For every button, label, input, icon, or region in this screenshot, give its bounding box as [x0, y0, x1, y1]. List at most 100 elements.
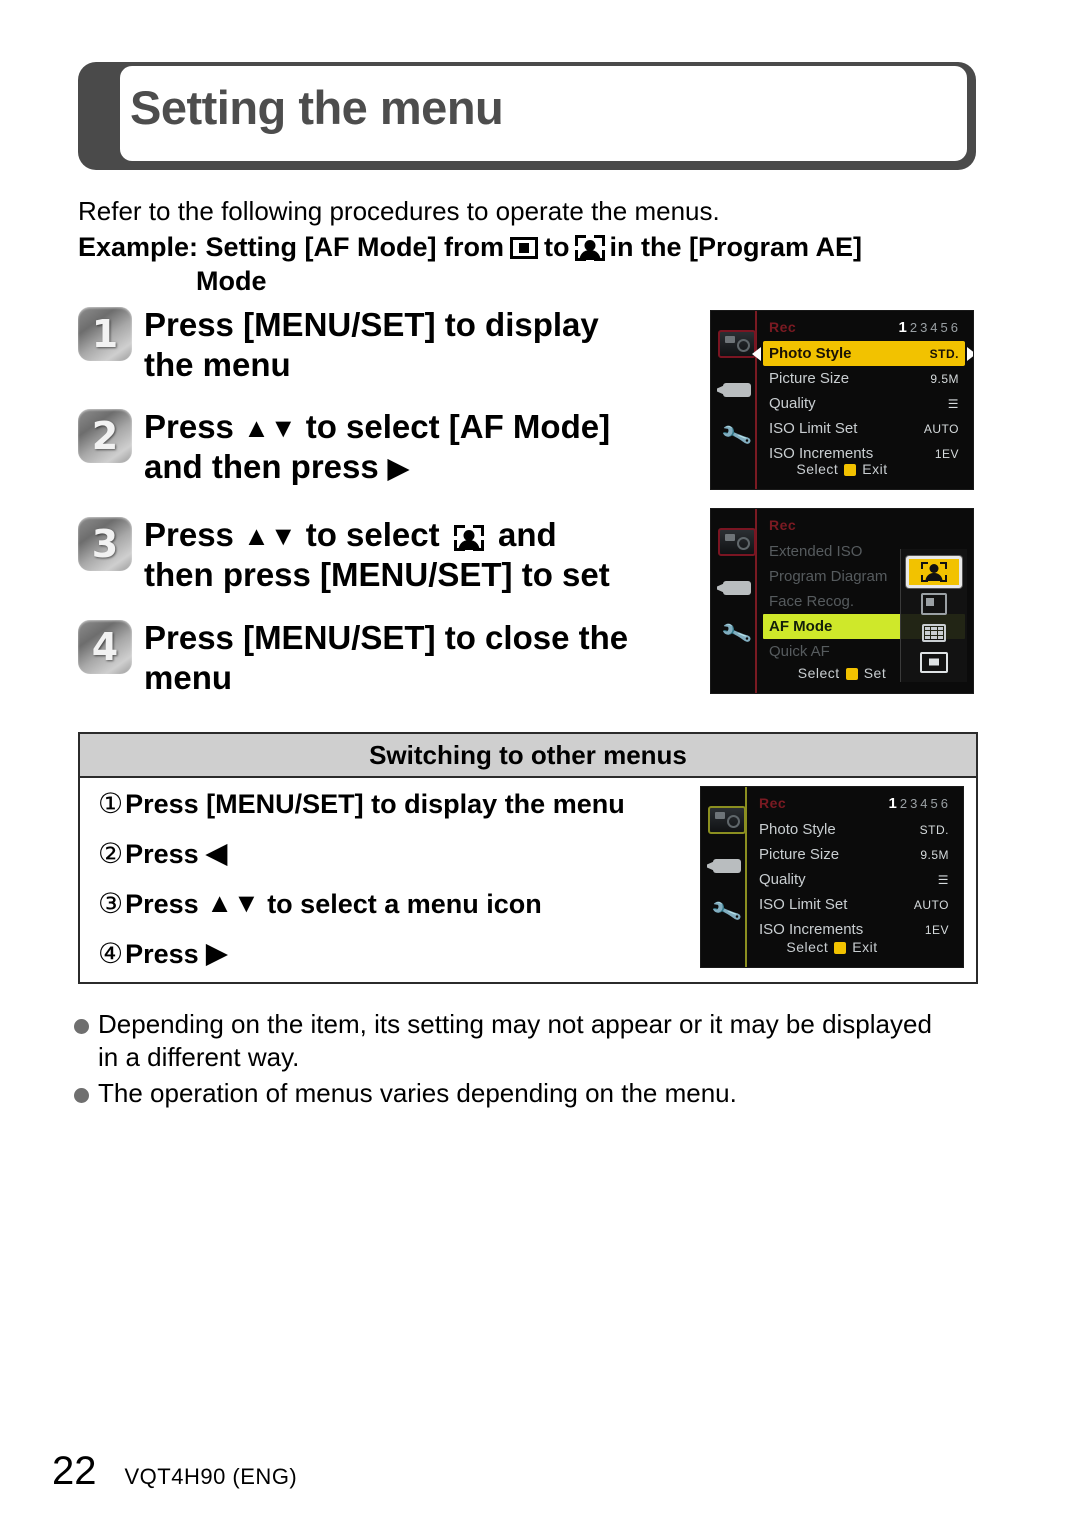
af-tracking-icon	[921, 593, 947, 615]
sidebar-item-setup[interactable]: 🔧	[717, 419, 757, 453]
circled-number-1: ①	[98, 787, 124, 820]
notes-list: Depending on the item, its setting may n…	[72, 1008, 952, 1112]
camera-icon	[718, 330, 756, 358]
sidebar-item-motion-picture[interactable]	[717, 571, 757, 605]
sidebar-item-setup[interactable]: 🔧	[717, 617, 757, 651]
step-3-text: Press ▲▼ to select and then press [MENU/…	[144, 515, 610, 596]
menu-footer-hint: Select Set	[711, 665, 973, 681]
page-rest: 23456	[899, 796, 951, 811]
row-label: Face Recog.	[769, 593, 855, 610]
menu-set-button-icon	[845, 668, 858, 680]
step-2-select: to select [AF Mode]	[305, 408, 611, 445]
menu-rows: Photo Style STD. Picture Size 9.5M Quali…	[752, 341, 973, 466]
circled-number-2: ②	[98, 837, 124, 870]
row-value: ☰	[937, 872, 949, 887]
menu-footer-hint: Select Exit	[711, 461, 973, 477]
row-value: AUTO	[913, 897, 949, 912]
example-mode-word: Mode	[196, 266, 267, 296]
row-value: 9.5M	[920, 847, 949, 862]
step-1-line1: Press [MENU/SET] to display	[144, 306, 599, 343]
menu-set-button-icon	[834, 942, 847, 954]
af-option-face-detection[interactable]	[906, 556, 962, 588]
af-mode-option-list	[900, 549, 967, 682]
arrow-right-icon: ▶	[206, 938, 227, 968]
row-label: Quality	[759, 871, 806, 888]
switching-box-heading: Switching to other menus	[80, 734, 976, 778]
camera-screen-af-mode: 🔧 Rec Extended ISO Program Diagram Face …	[710, 508, 974, 694]
step-3-press: Press	[144, 516, 234, 553]
step-1-text: Press [MENU/SET] to display the menu	[144, 305, 599, 386]
1-area-af-icon	[510, 236, 539, 259]
face-detection-icon	[574, 234, 605, 261]
row-label: Quick AF	[769, 643, 830, 660]
intro-text: Refer to the following procedures to ope…	[78, 196, 720, 226]
document-code: VQT4H90 (ENG)	[124, 1464, 298, 1489]
row-value: STD.	[919, 822, 949, 837]
switching-step-2-text: Press	[125, 839, 199, 869]
page-rest: 23456	[909, 320, 961, 335]
arrow-right-icon: ▶	[387, 453, 409, 484]
step-1: 1 Press [MENU/SET] to display the menu	[78, 305, 599, 386]
switching-to-other-menus-box: Switching to other menus ①Press [MENU/SE…	[78, 732, 978, 984]
menu-row-picture-size[interactable]: Picture Size 9.5M	[753, 842, 955, 867]
page-title: Setting the menu	[130, 81, 504, 134]
movie-camera-icon	[713, 859, 741, 873]
menu-row-photo-style[interactable]: Photo Style STD.	[752, 341, 973, 366]
example-mid: to	[544, 232, 570, 262]
footer-select-label: Select	[797, 665, 840, 681]
switching-step-4-text: Press	[125, 939, 199, 969]
switching-step-2: ②Press ◀	[98, 840, 698, 868]
step-3-and: and	[497, 516, 557, 553]
menu-row-photo-style[interactable]: Photo Style STD.	[753, 817, 955, 842]
arrow-up-icon: ▲	[243, 521, 270, 551]
af-option-multi-area[interactable]	[906, 620, 962, 646]
row-label: Extended ISO	[769, 543, 863, 560]
page-current: 1	[898, 319, 910, 336]
arrow-up-icon: ▲	[243, 413, 270, 443]
menu-row-quality[interactable]: Quality ☰	[753, 867, 955, 892]
camera-icon	[708, 806, 746, 834]
step-3-select: to select	[305, 516, 440, 553]
row-value: 1EV	[924, 922, 949, 937]
sidebar-item-rec[interactable]	[717, 327, 757, 361]
menu-rows: Photo Style STD. Picture Size 9.5M Quali…	[753, 817, 955, 942]
step-4-line1: Press [MENU/SET] to close the	[144, 619, 629, 656]
camera-icon	[718, 528, 756, 556]
sidebar-item-motion-picture[interactable]	[717, 373, 757, 407]
menu-sidebar: 🔧	[717, 525, 757, 663]
step-4: 4 Press [MENU/SET] to close the menu	[78, 618, 628, 699]
menu-title: Rec	[769, 517, 797, 533]
switching-steps-list: ①Press [MENU/SET] to display the menu ②P…	[98, 790, 698, 990]
row-value: AUTO	[923, 421, 959, 436]
arrow-up-icon: ▲	[206, 888, 233, 918]
step-2-text: Press ▲▼ to select [AF Mode] and then pr…	[144, 407, 610, 488]
menu-sidebar: 🔧	[707, 803, 747, 941]
page-footer: 22 VQT4H90 (ENG)	[52, 1449, 297, 1494]
sidebar-item-rec[interactable]	[717, 525, 757, 559]
menu-row-iso-limit-set[interactable]: ISO Limit Set AUTO	[753, 892, 955, 917]
footer-exit-label: Exit	[852, 939, 878, 955]
row-label: ISO Increments	[759, 921, 864, 938]
menu-row-quality[interactable]: Quality ☰	[763, 391, 965, 416]
face-detection-icon	[453, 525, 484, 551]
page-number: 22	[52, 1449, 97, 1493]
step-2: 2 Press ▲▼ to select [AF Mode] and then …	[78, 407, 610, 488]
wrench-icon: 🔧	[719, 617, 754, 650]
movie-camera-icon	[723, 383, 751, 397]
step-1-line2: the menu	[144, 346, 291, 384]
menu-row-picture-size[interactable]: Picture Size 9.5M	[763, 366, 965, 391]
row-value: 9.5M	[930, 371, 959, 386]
row-value: 1EV	[934, 446, 959, 461]
menu-row-iso-limit-set[interactable]: ISO Limit Set AUTO	[763, 416, 965, 441]
switching-step-3-press: Press	[125, 889, 199, 919]
circled-number-3: ③	[98, 887, 124, 920]
example-line: Example: Setting [AF Mode] from to in th…	[78, 232, 862, 263]
footer-set-label: Set	[863, 665, 887, 681]
af-option-tracking[interactable]	[906, 591, 962, 617]
step-2-badge: 2	[78, 409, 132, 463]
sidebar-item-setup[interactable]: 🔧	[707, 895, 747, 929]
movie-camera-icon	[723, 581, 751, 595]
sidebar-item-rec[interactable]	[707, 803, 747, 837]
sidebar-item-motion-picture[interactable]	[707, 849, 747, 883]
multi-area-af-icon	[922, 624, 946, 642]
